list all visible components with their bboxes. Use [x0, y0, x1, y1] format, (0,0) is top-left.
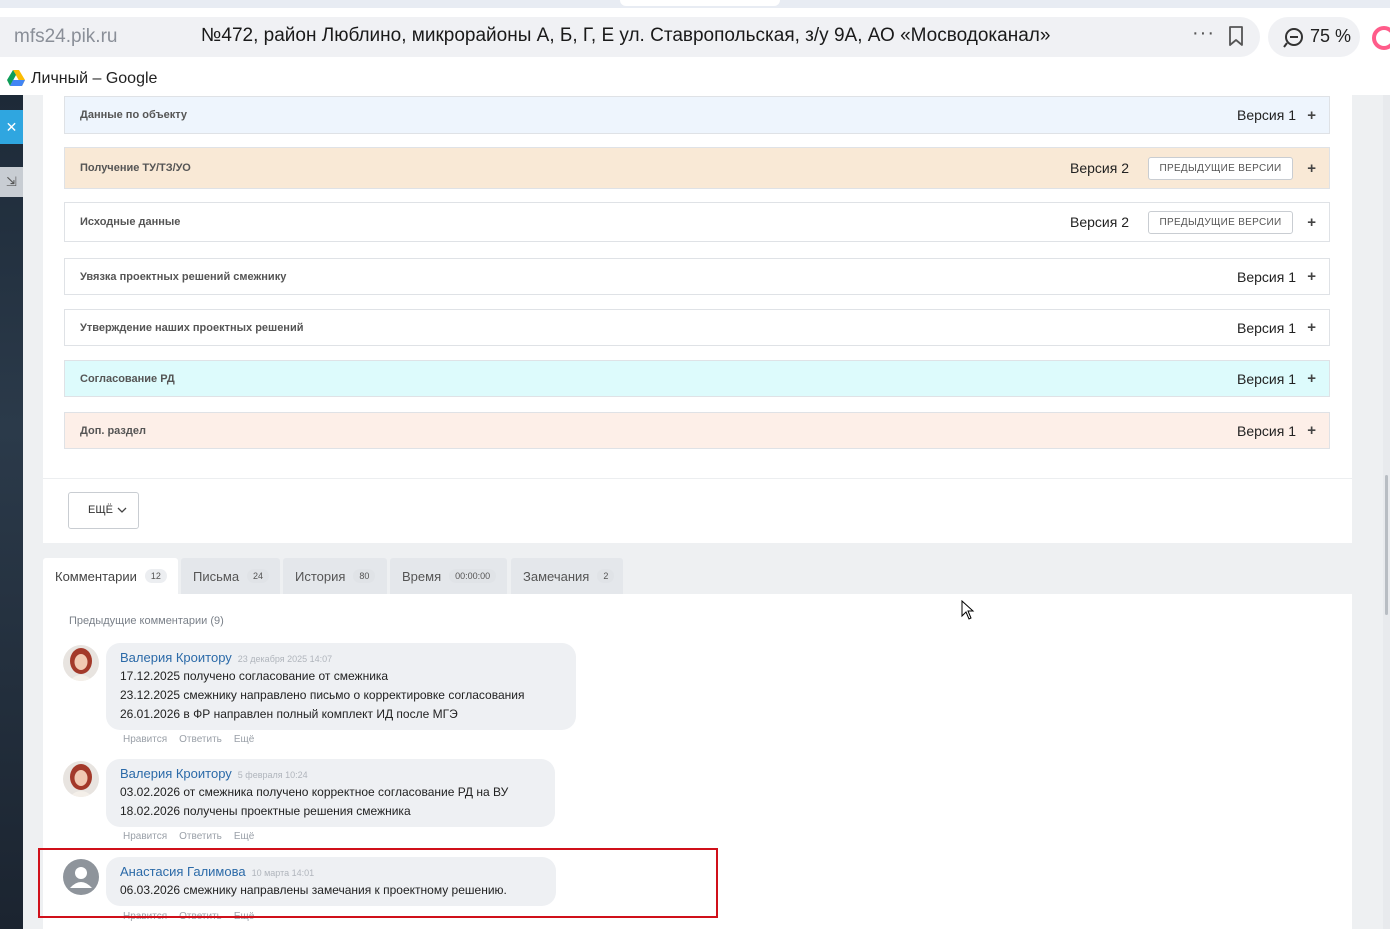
section-row[interactable]: Утверждение наших проектных решений Верси… — [64, 309, 1330, 346]
tab-label: История — [295, 568, 346, 584]
section-version: Версия 1 — [1237, 422, 1296, 439]
browser-tab-strip — [0, 0, 1390, 8]
comment-author[interactable]: Валерия Кроитору — [120, 650, 232, 665]
comment-text-line: 18.02.2026 получены проектные решения см… — [120, 804, 411, 818]
section-row[interactable]: Данные по объекту Версия 1 + — [64, 96, 1330, 134]
section-row[interactable]: Увязка проектных решений смежнику Версия … — [64, 258, 1330, 295]
section-version: Версия 1 — [1237, 370, 1296, 387]
bookmarks-bar: Личный – Google — [0, 65, 1390, 95]
comment-date[interactable]: 23 декабря 2025 14:07 — [238, 654, 332, 664]
comment-actions: Нравится Ответить Ещё — [123, 831, 266, 842]
tab-history[interactable]: История 80 — [283, 558, 387, 594]
tab-count-badge: 2 — [597, 569, 615, 583]
expand-plus-icon[interactable]: + — [1307, 214, 1316, 231]
tab-count-badge: 24 — [247, 569, 270, 583]
close-icon[interactable]: ✕ — [0, 110, 23, 144]
tab-label: Время — [402, 568, 442, 584]
tab-letters[interactable]: Письма 24 — [181, 558, 280, 594]
comment-actions: Нравится Ответить Ещё — [123, 734, 266, 745]
section-title: Утверждение наших проектных решений — [80, 321, 304, 334]
reply-link[interactable]: Ответить — [179, 734, 222, 745]
bookmark-icon[interactable] — [1228, 26, 1244, 46]
previous-comments-link[interactable]: Предыдущие комментарии (9) — [69, 615, 224, 627]
tab-remarks[interactable]: Замечания 2 — [511, 558, 623, 594]
more-button-label: ЕЩЁ — [88, 504, 113, 516]
comment-bubble: Валерия Кроитору 5 февраля 10:24 03.02.202… — [106, 759, 555, 827]
like-link[interactable]: Нравится — [123, 831, 167, 842]
like-link[interactable]: Нравится — [123, 734, 167, 745]
section-version: Версия 2 — [1070, 160, 1129, 176]
previous-versions-button[interactable]: ПРЕДЫДУЩИЕ ВЕРСИИ — [1148, 156, 1293, 180]
scrollbar-thumb[interactable] — [1385, 475, 1388, 615]
section-row[interactable]: Доп. раздел Версия 1 + — [64, 412, 1330, 449]
tab-label: Замечания — [523, 568, 590, 584]
comment-bubble: Валерия Кроитору 23 декабря 2025 14:07 17.… — [106, 643, 576, 730]
comment-author[interactable]: Валерия Кроитору — [120, 766, 232, 781]
more-options-icon[interactable]: ··· — [1192, 22, 1215, 45]
section-title: Данные по объекту — [80, 109, 188, 121]
more-link[interactable]: Ещё — [234, 734, 254, 745]
section-title: Доп. раздел — [80, 424, 146, 437]
chat-zoom-icon[interactable] — [1282, 27, 1304, 49]
tab-count-badge: 80 — [353, 569, 376, 583]
section-row[interactable]: Получение ТУ/ТЗ/УО Версия 2 ПРЕДЫДУЩИЕ ВЕР… — [64, 147, 1330, 189]
section-title: Увязка проектных решений смежнику — [80, 270, 287, 283]
more-button[interactable]: ЕЩЁ — [68, 492, 139, 529]
avatar[interactable] — [63, 761, 99, 797]
comment-text-line: 23.12.2025 смежнику направлено письмо о … — [120, 688, 525, 702]
tab-time[interactable]: Время 00:00:00 — [390, 558, 507, 594]
highlight-box — [38, 848, 718, 918]
page-title: №472, район Люблино, микрорайоны А, Б, Г… — [201, 25, 1051, 46]
scrollbar[interactable] — [1383, 95, 1390, 929]
reply-link[interactable]: Ответить — [179, 831, 222, 842]
zoom-level: 75 % — [1310, 26, 1352, 46]
left-panel-strip: ✕ ⇲ — [0, 95, 23, 929]
mouse-cursor-icon — [961, 600, 975, 620]
expand-plus-icon[interactable]: + — [1307, 422, 1316, 439]
section-row[interactable]: Согласование РД Версия 1 + — [64, 360, 1330, 397]
assistant-icon[interactable] — [1372, 26, 1390, 50]
section-version: Версия 1 — [1237, 319, 1296, 336]
tab-label: Письма — [193, 568, 240, 584]
comment-text-line: 17.12.2025 получено согласование от смеж… — [120, 669, 389, 683]
browser-address-bar: mfs24.pik.ru №472, район Люблино, микрор… — [0, 8, 1390, 65]
export-icon[interactable]: ⇲ — [0, 167, 23, 197]
divider — [43, 478, 1352, 479]
expand-plus-icon[interactable]: + — [1307, 160, 1316, 177]
section-title: Исходные данные — [80, 216, 181, 228]
section-version: Версия 1 — [1237, 268, 1296, 285]
section-title: Получение ТУ/ТЗ/УО — [80, 162, 191, 174]
section-version: Версия 1 — [1237, 107, 1296, 123]
tab-count-badge: 12 — [144, 569, 167, 583]
tab-comments[interactable]: Комментарии 12 — [43, 558, 178, 594]
url-domain[interactable]: mfs24.pik.ru — [14, 26, 117, 48]
google-drive-icon — [7, 70, 25, 86]
expand-plus-icon[interactable]: + — [1307, 370, 1316, 387]
avatar[interactable] — [63, 645, 99, 681]
expand-plus-icon[interactable]: + — [1307, 319, 1316, 336]
section-title: Согласование РД — [80, 372, 175, 385]
tab-label: Комментарии — [55, 568, 137, 584]
tab-count-badge: 00:00:00 — [449, 569, 497, 583]
sections-card: Данные по объекту Версия 1 + Получение ТУ/Т… — [43, 95, 1352, 543]
previous-versions-button[interactable]: ПРЕДЫДУЩИЕ ВЕРСИИ — [1148, 210, 1293, 234]
expand-plus-icon[interactable]: + — [1307, 268, 1316, 285]
active-browser-tab[interactable] — [620, 0, 780, 6]
section-row[interactable]: Исходные данные Версия 2 ПРЕДЫДУЩИЕ ВЕРСИИ… — [64, 202, 1330, 242]
expand-plus-icon[interactable]: + — [1307, 107, 1316, 124]
comment-date[interactable]: 5 февраля 10:24 — [238, 770, 308, 780]
bookmark-google[interactable]: Личный – Google — [31, 70, 157, 88]
comment-text-line: 03.02.2026 от смежника получено корректн… — [120, 785, 509, 799]
more-link[interactable]: Ещё — [234, 831, 254, 842]
chevron-down-icon — [117, 507, 127, 513]
comment-text-line: 26.01.2026 в ФР направлен полный комплек… — [120, 707, 458, 721]
section-version: Версия 2 — [1070, 214, 1129, 230]
